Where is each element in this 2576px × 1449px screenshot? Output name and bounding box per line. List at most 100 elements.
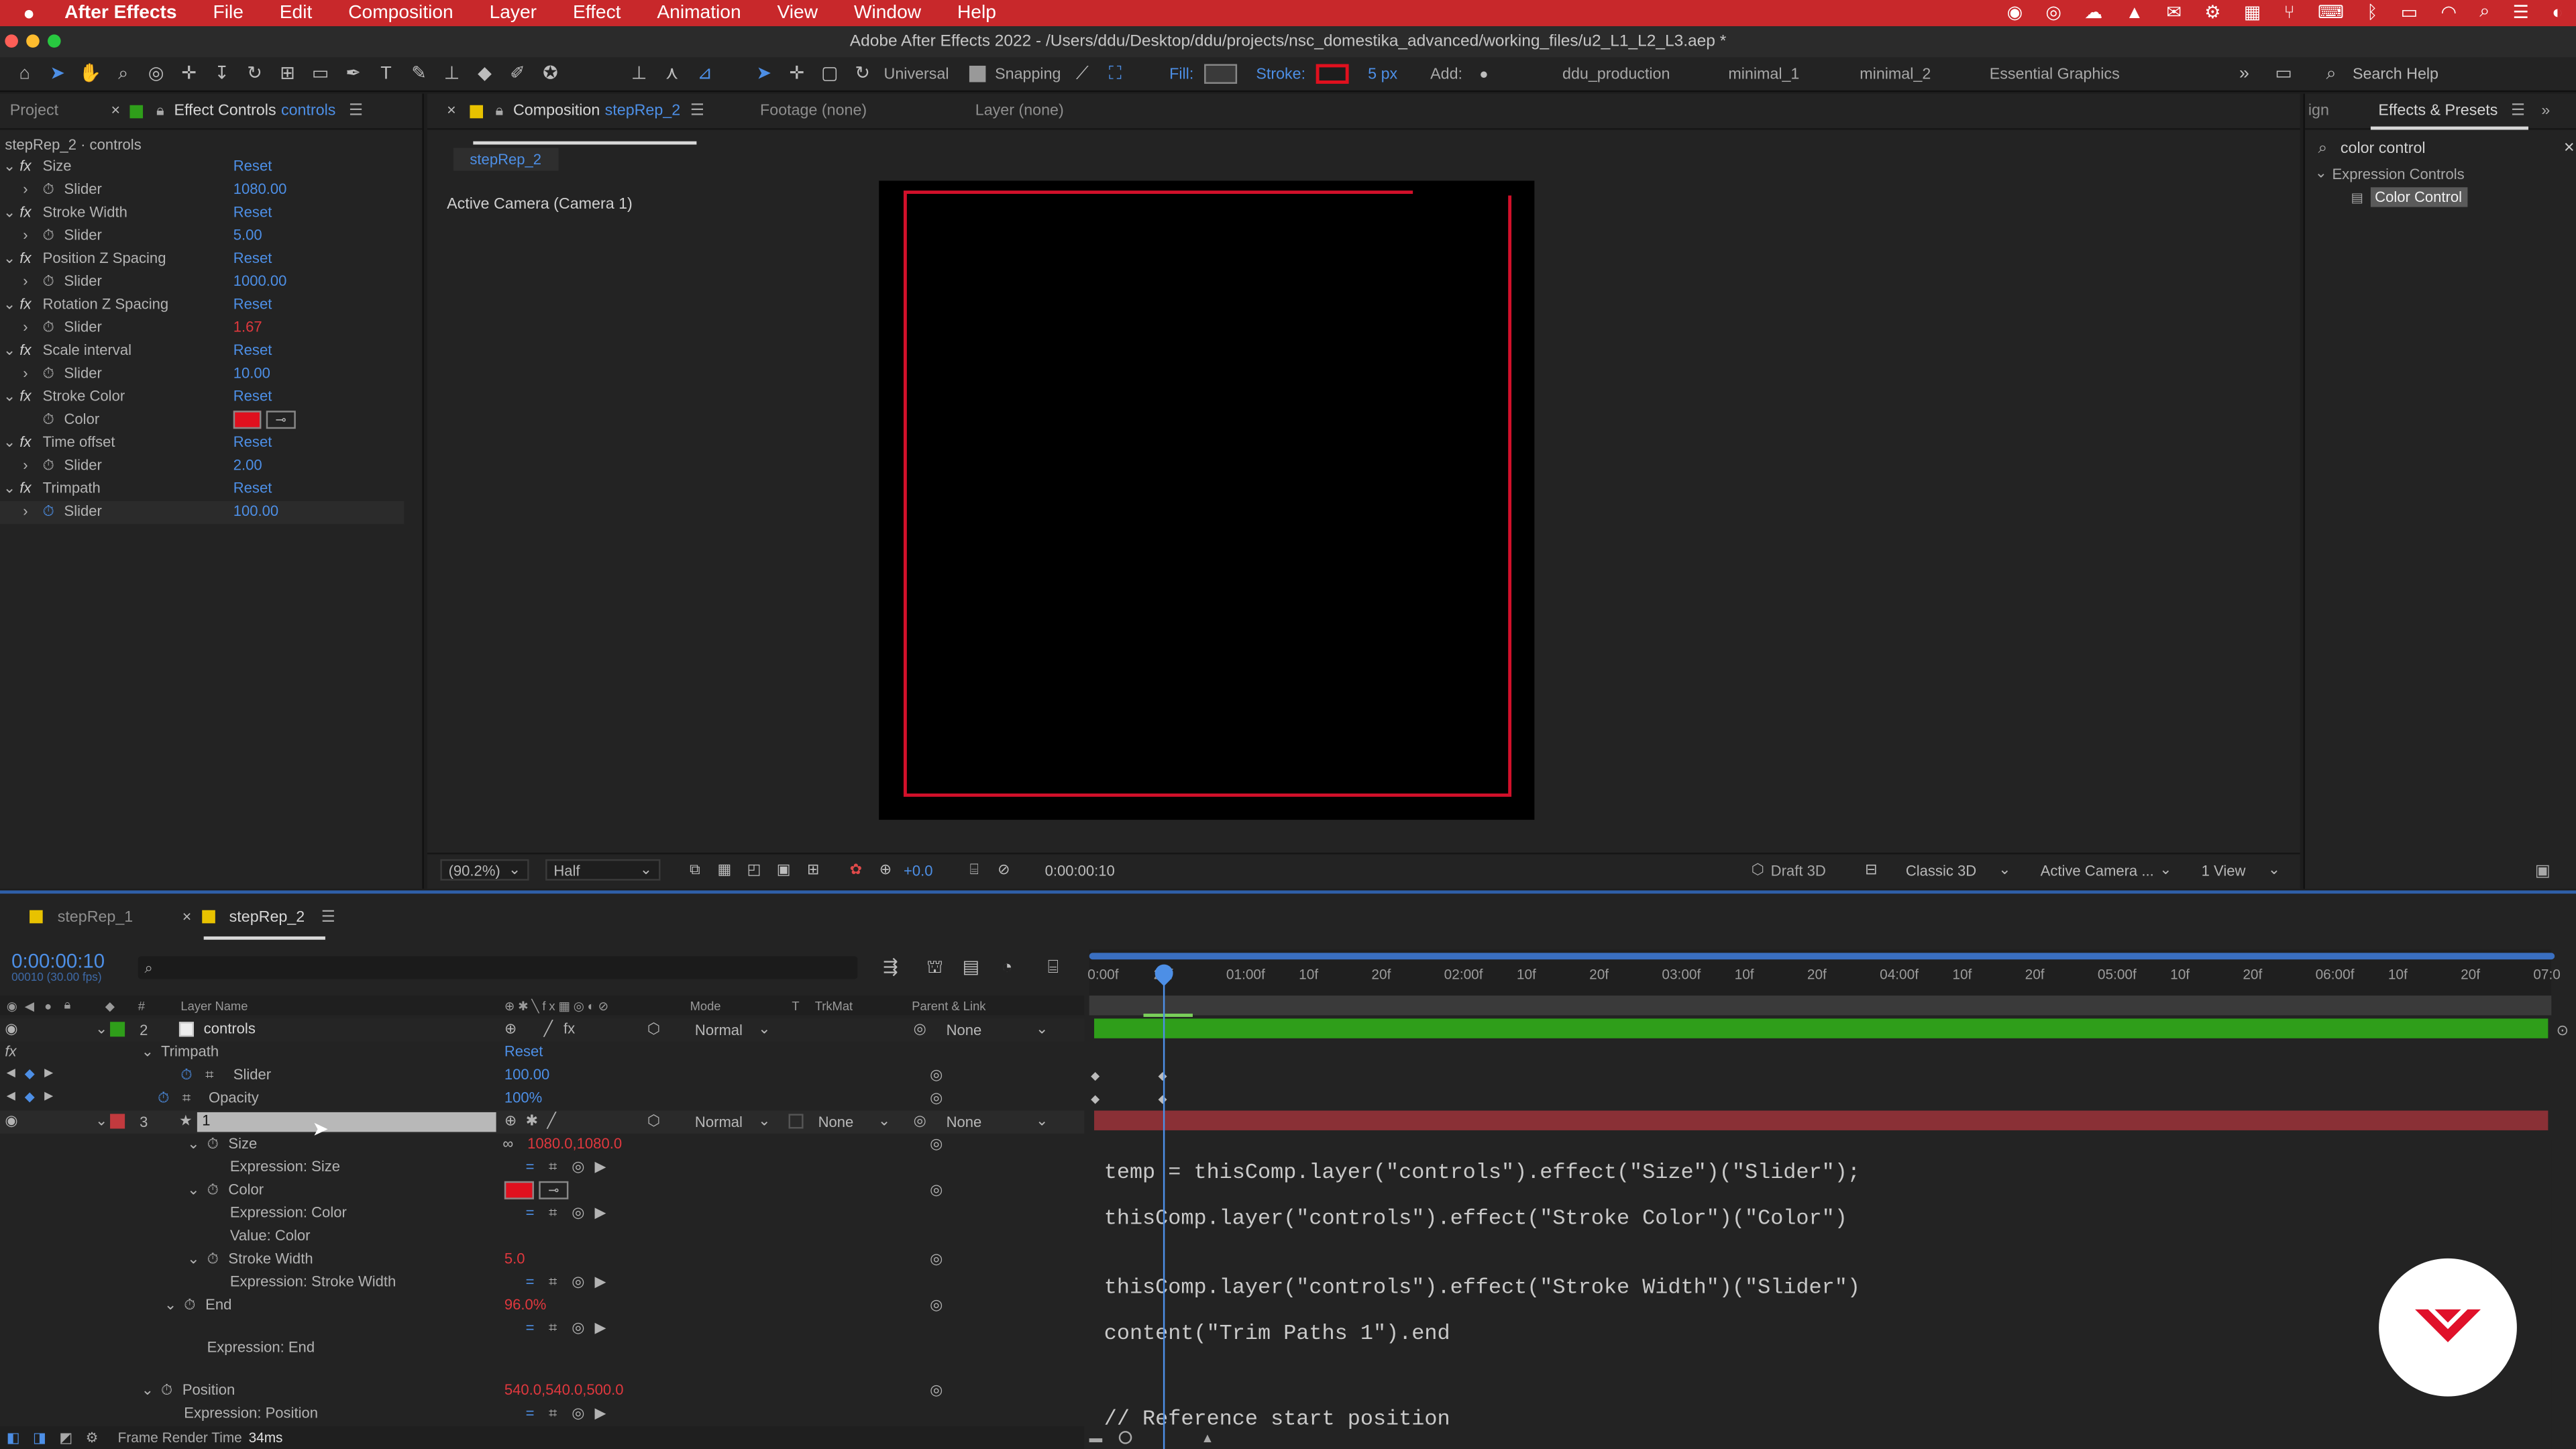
pickwhip-icon[interactable]: ◎ xyxy=(930,1135,943,1153)
effect-header-row[interactable]: ⌄ fx Size Reset xyxy=(0,156,404,179)
menu-layer[interactable]: Layer xyxy=(490,3,537,23)
param-value[interactable]: 5.00 xyxy=(233,227,262,243)
effect-param-row[interactable]: › ⏱ Slider 5.00 xyxy=(0,225,404,248)
snap-edges-icon[interactable]: ⟋ xyxy=(1071,62,1093,85)
draft-3d-timeline-icon[interactable]: ⛫ xyxy=(923,956,946,979)
layer-label-red[interactable] xyxy=(110,1114,125,1129)
layer-property-row[interactable]: Expression: Stroke Width = ⌗ ◎ ▶ xyxy=(0,1272,1084,1295)
workspace-overflow-icon[interactable]: » xyxy=(2233,62,2255,85)
pickwhip-icon[interactable]: ◎ xyxy=(930,1250,943,1269)
param-name[interactable]: Slider xyxy=(64,273,102,289)
zoom-select[interactable]: (90.2%) ⌄ xyxy=(440,859,529,881)
extended-viewer-icon[interactable]: ⊟ xyxy=(1860,859,1882,881)
tab-layer[interactable]: Layer (none) xyxy=(975,102,1064,120)
close-tab-icon[interactable]: × xyxy=(182,908,192,926)
quality-switch-icon[interactable]: ╱ xyxy=(547,1112,556,1130)
resolution-select[interactable]: Half ⌄ xyxy=(545,859,661,881)
lock-icon[interactable]: 🔒︎ xyxy=(156,102,164,120)
preserve-transparency-checkbox[interactable] xyxy=(788,1114,804,1129)
property-label[interactable]: Expression: Color xyxy=(230,1204,347,1220)
expand-chevron-icon[interactable]: ⌄ xyxy=(187,1181,199,1199)
link-icon[interactable]: ∞ xyxy=(502,1135,513,1151)
effect-param-row[interactable]: ⏱ Color ⊸ xyxy=(0,409,404,432)
workspace-layout-icon[interactable]: ▭ xyxy=(2272,62,2295,85)
pickwhip-icon[interactable]: ◎ xyxy=(930,1066,943,1084)
effects-search-input[interactable]: color control xyxy=(2341,139,2426,157)
layer-bar-1[interactable] xyxy=(1094,1110,2548,1130)
parent-select[interactable]: None ⌄ xyxy=(940,1018,1055,1040)
switches-toggle-icon[interactable]: ◩ xyxy=(59,1428,72,1446)
effect-name[interactable]: Time offset xyxy=(43,434,115,450)
zoom-slider[interactable]: ▬ ▲ xyxy=(1089,1426,1254,1449)
effect-param-row[interactable]: › ⏱ Slider 2.00 xyxy=(0,455,404,478)
renderer-select[interactable]: Classic 3D ⌄ xyxy=(1899,859,2017,881)
expand-chevron-icon[interactable]: ⌄ xyxy=(95,1112,107,1130)
control-center-icon[interactable]: ☰ xyxy=(2513,1,2529,23)
next-keyframe-icon[interactable]: ▶ xyxy=(44,1066,53,1079)
tab-footage[interactable]: Footage (none) xyxy=(760,102,867,120)
stopwatch-icon[interactable]: ⏱ xyxy=(43,227,54,245)
expand-chevron-icon[interactable]: ⌄ xyxy=(3,296,15,314)
solo-toggle-icon[interactable]: ● xyxy=(44,998,52,1013)
layer-property-row[interactable]: Expression: End xyxy=(0,1337,1084,1360)
color-swatch[interactable] xyxy=(233,411,262,429)
grid-icon[interactable]: ▦ xyxy=(2244,1,2261,23)
3d-scale-icon[interactable]: ▢ xyxy=(818,62,841,85)
pickwhip-icon[interactable]: ◎ xyxy=(914,1020,926,1038)
tab-steprep-2[interactable]: stepRep_2 xyxy=(229,908,305,926)
views-select[interactable]: 1 View ⌄ xyxy=(2195,859,2287,881)
effect-header-row[interactable]: ⌄ fx Stroke Width Reset xyxy=(0,202,404,225)
fx-switch-icon[interactable]: fx xyxy=(564,1020,575,1036)
effect-name[interactable]: Rotation Z Spacing xyxy=(43,296,168,312)
expand-chevron-icon[interactable]: ⌄ xyxy=(3,434,15,452)
expression-pickwhip-icon[interactable]: ◎ xyxy=(572,1405,584,1423)
snapshot-icon[interactable]: ⌸ xyxy=(963,859,985,881)
effect-reset-link[interactable]: Reset xyxy=(233,388,272,404)
expression-graph-icon[interactable]: ⌗ xyxy=(549,1273,557,1291)
layer-name-controls[interactable]: controls xyxy=(204,1020,256,1036)
param-value[interactable]: 1080.00 xyxy=(233,180,287,197)
effect-name[interactable]: Stroke Color xyxy=(43,388,125,404)
siri-icon[interactable]: ◐ xyxy=(2552,3,2563,22)
layer-property-row[interactable]: Expression: Size = ⌗ ◎ ▶ xyxy=(0,1157,1084,1179)
expression-language-menu-icon[interactable]: ▶ xyxy=(595,1405,606,1423)
param-value[interactable]: 1.67 xyxy=(233,319,262,335)
property-label[interactable]: Position xyxy=(182,1382,235,1398)
color-swatch[interactable] xyxy=(504,1181,534,1199)
effect-header-row[interactable]: ⌄ fx Scale interval Reset xyxy=(0,340,404,363)
cloud-icon[interactable]: ☁ xyxy=(2084,1,2102,23)
wifi-icon[interactable]: ◠ xyxy=(2440,1,2457,23)
prev-keyframe-icon[interactable]: ◀ xyxy=(7,1066,15,1079)
expression-graph-icon[interactable]: ⌗ xyxy=(549,1159,557,1177)
keyboard-icon[interactable]: ⌨ xyxy=(2318,1,2344,23)
effect-name[interactable]: Trimpath xyxy=(43,480,101,496)
expression-language-menu-icon[interactable]: ▶ xyxy=(595,1320,606,1338)
transparency-grid-icon[interactable]: ▦ xyxy=(713,859,736,881)
visibility-eye-icon[interactable]: ◉ xyxy=(5,1020,17,1038)
fx-icon[interactable]: fx xyxy=(19,296,31,312)
fill-swatch[interactable] xyxy=(1203,64,1236,84)
expression-code-line[interactable]: temp = thisComp.layer("controls").effect… xyxy=(1104,1160,1860,1185)
expression-enable-icon[interactable]: = xyxy=(526,1273,535,1289)
panel-menu-icon[interactable]: ☰ xyxy=(2511,102,2525,120)
effect-reset-link[interactable]: Reset xyxy=(233,480,272,496)
expression-code-line[interactable]: thisComp.layer("controls").effect("Strok… xyxy=(1104,1206,1847,1231)
stopwatch-icon[interactable]: ⏱ xyxy=(43,502,54,521)
expression-pickwhip-icon[interactable]: ◎ xyxy=(572,1320,584,1338)
mask-visibility-icon[interactable]: ◰ xyxy=(743,859,765,881)
viewer-timecode[interactable]: 0:00:00:10 xyxy=(1045,862,1115,878)
close-tab-icon[interactable]: × xyxy=(111,102,120,120)
property-value[interactable]: 1080.0,1080.0 xyxy=(527,1135,622,1151)
view-axis-icon[interactable]: ⊿ xyxy=(693,62,716,85)
property-value[interactable]: 5.0 xyxy=(504,1250,525,1267)
effect-param-row[interactable]: › ⏱ Slider 100.00 xyxy=(0,500,405,525)
expand-chevron-icon[interactable]: › xyxy=(23,502,28,519)
rotate-tool-icon[interactable]: ↻ xyxy=(243,62,266,85)
param-name[interactable]: Color xyxy=(64,411,100,427)
new-folder-icon[interactable]: ▣ xyxy=(2535,863,2551,881)
param-name[interactable]: Slider xyxy=(64,365,102,381)
param-value[interactable]: 100.00 xyxy=(233,502,278,519)
puppet-tool-icon[interactable]: ✪ xyxy=(539,62,561,85)
property-label[interactable]: Value: Color xyxy=(230,1227,311,1243)
work-area-bar[interactable] xyxy=(1089,953,2555,960)
